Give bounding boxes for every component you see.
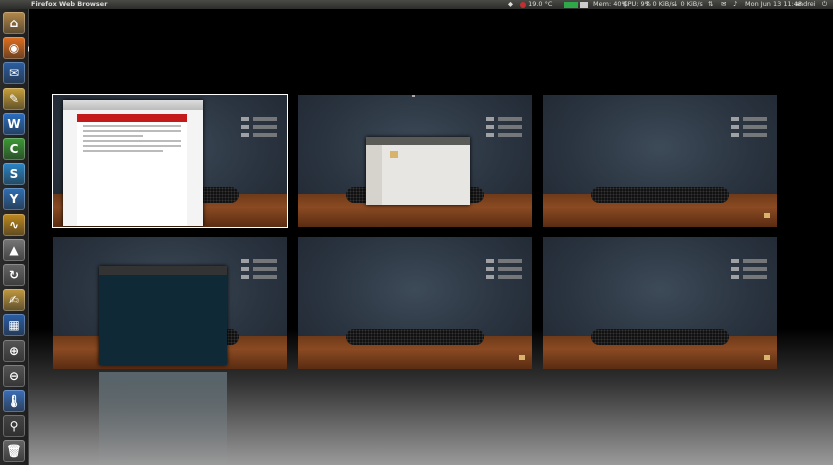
- conky-widget: [241, 117, 281, 143]
- thunderbird-icon[interactable]: ✉: [3, 62, 25, 85]
- system-monitor-icon[interactable]: ∿: [3, 213, 25, 236]
- terminal-window-thumbnail[interactable]: [99, 266, 227, 365]
- clock[interactable]: Mon Jun 13 11:48: [745, 0, 802, 9]
- app-title: Firefox Web Browser: [31, 0, 108, 8]
- search-icon[interactable]: ⚲: [3, 415, 25, 438]
- workspace-6[interactable]: [543, 237, 777, 369]
- weather-icon: [520, 1, 526, 8]
- wallpaper-grille: [591, 187, 729, 203]
- calc-icon[interactable]: C: [3, 138, 25, 160]
- y-ppa-manager-icon[interactable]: Y: [3, 188, 25, 211]
- search-glyph: ⚲: [9, 419, 19, 434]
- zoom-out-glyph: ⊖: [8, 368, 20, 383]
- file-manager-window-thumbnail[interactable]: [366, 137, 470, 205]
- update-manager-glyph: ▲: [9, 242, 19, 257]
- desktop-folder-icon: [519, 355, 525, 360]
- refresh-icon[interactable]: ↻: [3, 264, 25, 286]
- workspace-4[interactable]: [53, 237, 287, 369]
- text-editor-glyph: ✎: [8, 91, 20, 106]
- site-banner: [77, 114, 187, 122]
- weather-temp: 19.0 °C: [528, 0, 553, 8]
- mail-icon[interactable]: ✉: [721, 0, 726, 9]
- browser-page: [77, 114, 187, 226]
- launcher: ⌂ ◉ ✉ ✎ W C S Y ∿ ▲ ↻ ✍ ▦ ⊕ ⊖ 🌡 ⚲ 🗑: [0, 9, 29, 465]
- notes-glyph: ✍: [8, 293, 20, 308]
- terminal-titlebar: [99, 266, 227, 275]
- workspace-indicator-dot: [412, 95, 415, 97]
- workspace-switcher-icon[interactable]: ▦: [3, 314, 25, 337]
- conky-widget: [486, 259, 526, 285]
- file-manager-titlebar: [366, 137, 470, 145]
- home-folder-glyph: ⌂: [9, 16, 19, 30]
- thunderbird-glyph: ✉: [8, 66, 20, 81]
- workspace-2[interactable]: [298, 95, 532, 227]
- workspace-5[interactable]: [298, 237, 532, 369]
- file-manager-sidebar: [366, 145, 382, 205]
- writer-glyph: W: [7, 116, 21, 131]
- cpu-graph-icon: [564, 1, 578, 8]
- weather-indicator[interactable]: 19.0 °C: [520, 0, 552, 9]
- thermometer-icon[interactable]: 🌡: [3, 390, 25, 412]
- home-folder-icon[interactable]: ⌂: [3, 12, 25, 34]
- browser-toolbar: [63, 100, 203, 110]
- desktop-folder-icon: [764, 213, 770, 218]
- browser-window-thumbnail[interactable]: [63, 100, 203, 226]
- trash-glyph: 🗑: [6, 444, 22, 459]
- net-down-indicator[interactable]: ↓ 0 KiB/s: [673, 0, 703, 9]
- power-icon[interactable]: ⏻: [822, 0, 827, 9]
- text-editor-icon[interactable]: ✎: [3, 87, 25, 110]
- system-monitor-glyph: ∿: [8, 217, 20, 232]
- zoom-out-icon[interactable]: ⊖: [3, 364, 25, 387]
- trash-icon[interactable]: 🗑: [3, 440, 25, 463]
- writer-icon[interactable]: W: [3, 112, 25, 135]
- wallpaper-grille: [346, 329, 484, 345]
- zoom-in-glyph: ⊕: [8, 343, 20, 358]
- notes-icon[interactable]: ✍: [3, 289, 25, 312]
- skype-icon[interactable]: S: [3, 163, 25, 186]
- user-menu[interactable]: andrei: [795, 0, 816, 9]
- thermometer-glyph: 🌡: [6, 394, 22, 408]
- conky-widget: [731, 259, 771, 285]
- zoom-in-icon[interactable]: ⊕: [3, 339, 25, 362]
- mem-graph-icon: [580, 1, 589, 8]
- firefox-glyph: ◉: [8, 41, 20, 56]
- folder-icon: [390, 151, 398, 158]
- wallpaper-grille: [591, 329, 729, 345]
- conky-widget: [731, 117, 771, 143]
- desktop-folder-icon: [764, 355, 770, 360]
- refresh-glyph: ↻: [8, 268, 20, 282]
- top-panel: Firefox Web Browser ◆ 19.0 °C Mem: 40% |…: [0, 0, 833, 9]
- workspace-switcher-glyph: ▦: [8, 318, 20, 333]
- conky-widget: [486, 117, 526, 143]
- firefox-icon[interactable]: ◉: [3, 37, 25, 60]
- window-reflection: [99, 372, 227, 465]
- conky-widget: [241, 259, 281, 285]
- network-icon[interactable]: ⇅: [708, 0, 713, 9]
- volume-icon[interactable]: ♪: [733, 0, 737, 9]
- skype-glyph: S: [9, 167, 19, 182]
- update-manager-icon[interactable]: ▲: [3, 238, 25, 261]
- net-up-indicator[interactable]: ↑ 0 KiB/s: [645, 0, 675, 9]
- calc-glyph: C: [9, 142, 19, 156]
- system-load-graph[interactable]: [564, 0, 589, 9]
- workspace-3[interactable]: [543, 95, 777, 227]
- workspace-1[interactable]: [53, 95, 287, 227]
- y-ppa-manager-glyph: Y: [9, 192, 19, 207]
- dropbox-icon[interactable]: ◆: [508, 0, 513, 9]
